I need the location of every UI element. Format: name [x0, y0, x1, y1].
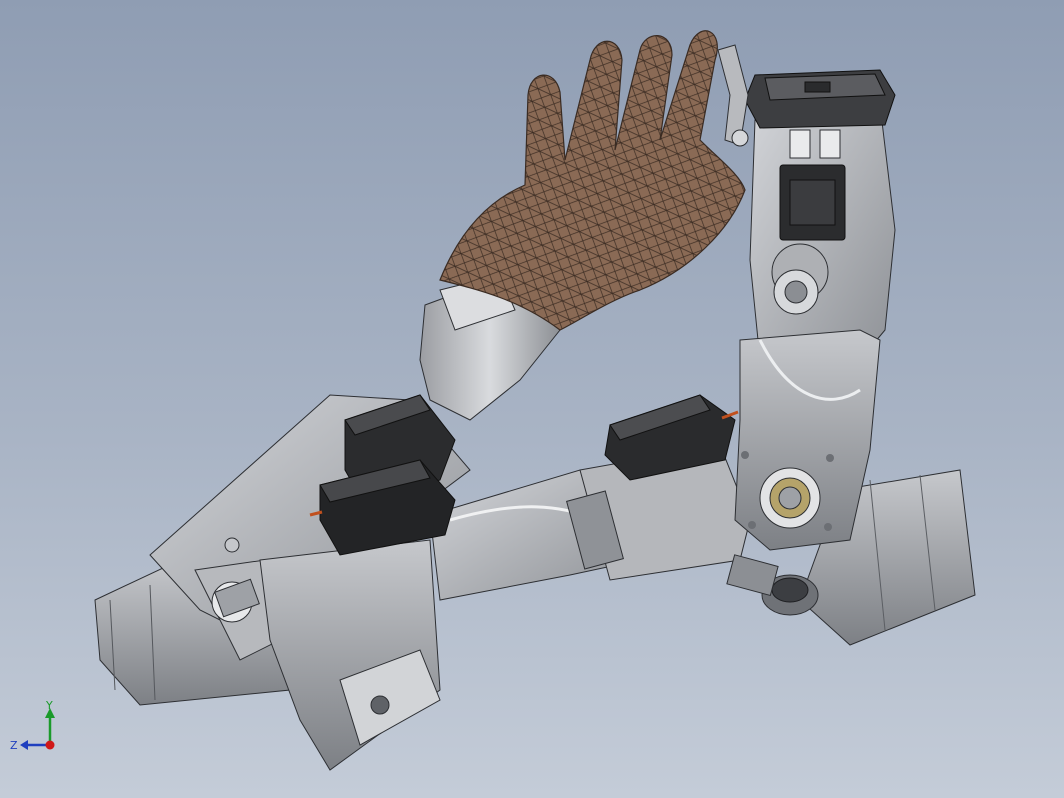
fingertip-linkage [717, 44, 749, 147]
cad-model-scene[interactable]: Y Z [0, 0, 1064, 798]
z-axis-label: Z [10, 739, 18, 752]
z-axis-arrowhead [20, 740, 28, 750]
pulley-gear [726, 554, 819, 616]
top-end-plate [744, 69, 896, 129]
lower-bracket [259, 539, 441, 771]
vertical-forearm [749, 104, 896, 361]
x-axis-point [45, 740, 55, 750]
y-axis-label: Y [45, 699, 53, 712]
coordinate-triad: Y Z [10, 699, 55, 752]
cad-viewport[interactable]: Y Z [0, 0, 1064, 798]
mesh-hand [439, 30, 746, 331]
